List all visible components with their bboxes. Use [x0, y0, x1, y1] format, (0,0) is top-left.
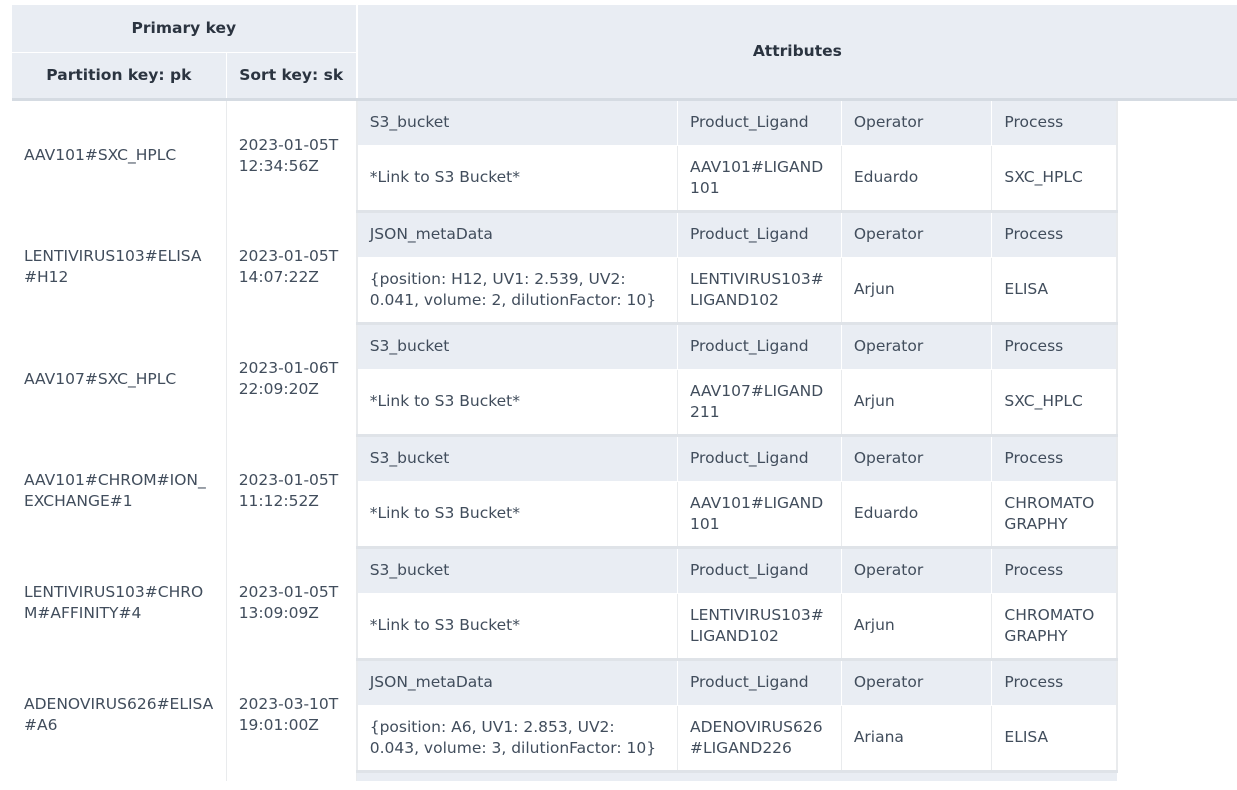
attribute-name-cell: Operator — [841, 211, 993, 258]
partial-cell — [226, 771, 358, 781]
empty-cell — [1116, 481, 1237, 549]
attribute-value-cell[interactable]: Arjun — [841, 593, 993, 661]
attribute-name-cell: Operator — [841, 99, 993, 146]
partial-cell — [991, 771, 1117, 781]
data-model-table-wrapper: Primary key Attributes Partition key: pk… — [12, 5, 1237, 781]
dynamodb-data-model-table: Primary key Attributes Partition key: pk… — [12, 5, 1237, 781]
empty-cell — [1116, 211, 1237, 257]
attribute-name-cell: Process — [991, 99, 1118, 146]
partition-key-cell[interactable]: ADENOVIRUS626#ELISA#A6 — [12, 659, 227, 771]
attribute-name-cell: Product_Ligand — [677, 323, 842, 370]
empty-cell — [1116, 659, 1237, 705]
sort-key-cell[interactable]: 2023-03-10T19:01:00Z — [226, 659, 358, 771]
attribute-value-cell[interactable]: ELISA — [991, 257, 1118, 325]
partial-cell — [841, 771, 992, 781]
attribute-name-cell: Product_Ligand — [677, 211, 842, 258]
attribute-name-cell: Process — [991, 547, 1118, 594]
attribute-value-cell[interactable]: *Link to S3 Bucket* — [356, 593, 678, 661]
partial-cell — [677, 771, 842, 781]
sort-key-cell[interactable]: 2023-01-05T13:09:09Z — [226, 547, 358, 659]
attribute-name-cell: Product_Ligand — [677, 547, 842, 594]
empty-cell — [1116, 257, 1237, 325]
empty-cell — [1116, 705, 1237, 773]
partial-cell — [12, 771, 227, 781]
attribute-value-cell[interactable]: LENTIVIRUS103#LIGAND102 — [677, 257, 842, 325]
attribute-value-cell[interactable]: Arjun — [841, 257, 993, 325]
attribute-value-cell[interactable]: *Link to S3 Bucket* — [356, 369, 678, 437]
attributes-header: Attributes — [355, 5, 1237, 101]
attribute-name-cell: Operator — [841, 435, 993, 482]
attribute-value-cell[interactable]: AAV107#LIGAND211 — [677, 369, 842, 437]
items-body: AAV101#SXC_HPLC 2023-01-05T12:34:56Z S3_bu… — [12, 99, 1237, 781]
sort-key-cell[interactable]: 2023-01-05T12:34:56Z — [226, 99, 358, 211]
item-attr-name-row: AAV107#SXC_HPLC 2023-01-06T22:09:20Z S3_bu… — [12, 323, 1237, 435]
item-attr-name-row: AAV101#CHROM#ION_EXCHANGE#1 2023-01-05T11… — [12, 435, 1237, 547]
partial-cell — [1116, 771, 1237, 781]
attribute-name-cell: JSON_metaData — [356, 659, 678, 706]
empty-cell — [1116, 547, 1237, 593]
attribute-value-cell[interactable]: ADENOVIRUS626#LIGAND226 — [677, 705, 842, 773]
attribute-name-cell: S3_bucket — [356, 547, 678, 594]
attribute-value-cell[interactable]: ELISA — [991, 705, 1118, 773]
attribute-name-cell: Product_Ligand — [677, 435, 842, 482]
item-attr-name-row: AAV101#SXC_HPLC 2023-01-05T12:34:56Z S3_bu… — [12, 99, 1237, 211]
attribute-value-cell[interactable]: SXC_HPLC — [991, 145, 1118, 213]
attribute-value-cell[interactable]: *Link to S3 Bucket* — [356, 481, 678, 549]
attribute-name-cell: Operator — [841, 547, 993, 594]
attribute-name-cell: Operator — [841, 659, 993, 706]
partition-key-cell[interactable]: AAV101#SXC_HPLC — [12, 99, 227, 211]
attribute-value-cell[interactable]: AAV101#LIGAND101 — [677, 145, 842, 213]
empty-cell — [1116, 593, 1237, 661]
attribute-name-cell: Process — [991, 435, 1118, 482]
attribute-name-cell: Product_Ligand — [677, 99, 842, 146]
attribute-name-cell: Process — [991, 659, 1118, 706]
item-attr-name-row: LENTIVIRUS103#ELISA#H12 2023-01-05T14:07:… — [12, 211, 1237, 323]
partition-key-cell[interactable]: AAV101#CHROM#ION_EXCHANGE#1 — [12, 435, 227, 547]
empty-cell — [1116, 145, 1237, 213]
item-attr-name-row: LENTIVIRUS103#CHROM#AFFINITY#4 2023-01-05… — [12, 547, 1237, 659]
sort-key-cell[interactable]: 2023-01-06T22:09:20Z — [226, 323, 358, 435]
attribute-name-cell: Operator — [841, 323, 993, 370]
attribute-value-cell[interactable]: Eduardo — [841, 145, 993, 213]
sort-key-cell[interactable]: 2023-01-05T11:12:52Z — [226, 435, 358, 547]
attribute-value-cell[interactable]: {position: H12, UV1: 2.539, UV2: 0.041, … — [356, 257, 678, 325]
empty-cell — [1116, 435, 1237, 481]
attribute-name-cell: Process — [991, 211, 1118, 258]
empty-cell — [1116, 99, 1237, 145]
attribute-value-cell[interactable]: *Link to S3 Bucket* — [356, 145, 678, 213]
empty-cell — [1116, 323, 1237, 369]
attribute-value-cell[interactable]: CHROMATOGRAPHY — [991, 481, 1118, 549]
empty-cell — [1116, 369, 1237, 437]
sort-key-cell[interactable]: 2023-01-05T14:07:22Z — [226, 211, 358, 323]
attribute-value-cell[interactable]: Eduardo — [841, 481, 993, 549]
partition-key-cell[interactable]: LENTIVIRUS103#ELISA#H12 — [12, 211, 227, 323]
attribute-value-cell[interactable]: SXC_HPLC — [991, 369, 1118, 437]
attribute-value-cell[interactable]: Arjun — [841, 369, 993, 437]
partition-key-cell[interactable]: LENTIVIRUS103#CHROM#AFFINITY#4 — [12, 547, 227, 659]
attribute-value-cell[interactable]: {position: A6, UV1: 2.853, UV2: 0.043, v… — [356, 705, 678, 773]
attribute-name-cell: JSON_metaData — [356, 211, 678, 258]
attribute-value-cell[interactable]: Ariana — [841, 705, 993, 773]
attribute-value-cell[interactable]: AAV101#LIGAND101 — [677, 481, 842, 549]
attribute-name-cell: S3_bucket — [356, 435, 678, 482]
attribute-name-cell: Product_Ligand — [677, 659, 842, 706]
partition-key-header: Partition key: pk — [12, 52, 227, 101]
partial-cell — [356, 771, 678, 781]
attribute-name-cell: Process — [991, 323, 1118, 370]
attribute-name-cell: S3_bucket — [356, 323, 678, 370]
attribute-value-cell[interactable]: LENTIVIRUS103#LIGAND102 — [677, 593, 842, 661]
primary-key-header: Primary key — [12, 5, 357, 53]
attribute-value-cell[interactable]: CHROMATOGRAPHY — [991, 593, 1118, 661]
sort-key-header: Sort key: sk — [226, 52, 358, 101]
item-attr-name-row: ADENOVIRUS626#ELISA#A6 2023-03-10T19:01:0… — [12, 659, 1237, 771]
partition-key-cell[interactable]: AAV107#SXC_HPLC — [12, 323, 227, 435]
attribute-name-cell: S3_bucket — [356, 99, 678, 146]
partial-next-row — [12, 771, 1237, 781]
